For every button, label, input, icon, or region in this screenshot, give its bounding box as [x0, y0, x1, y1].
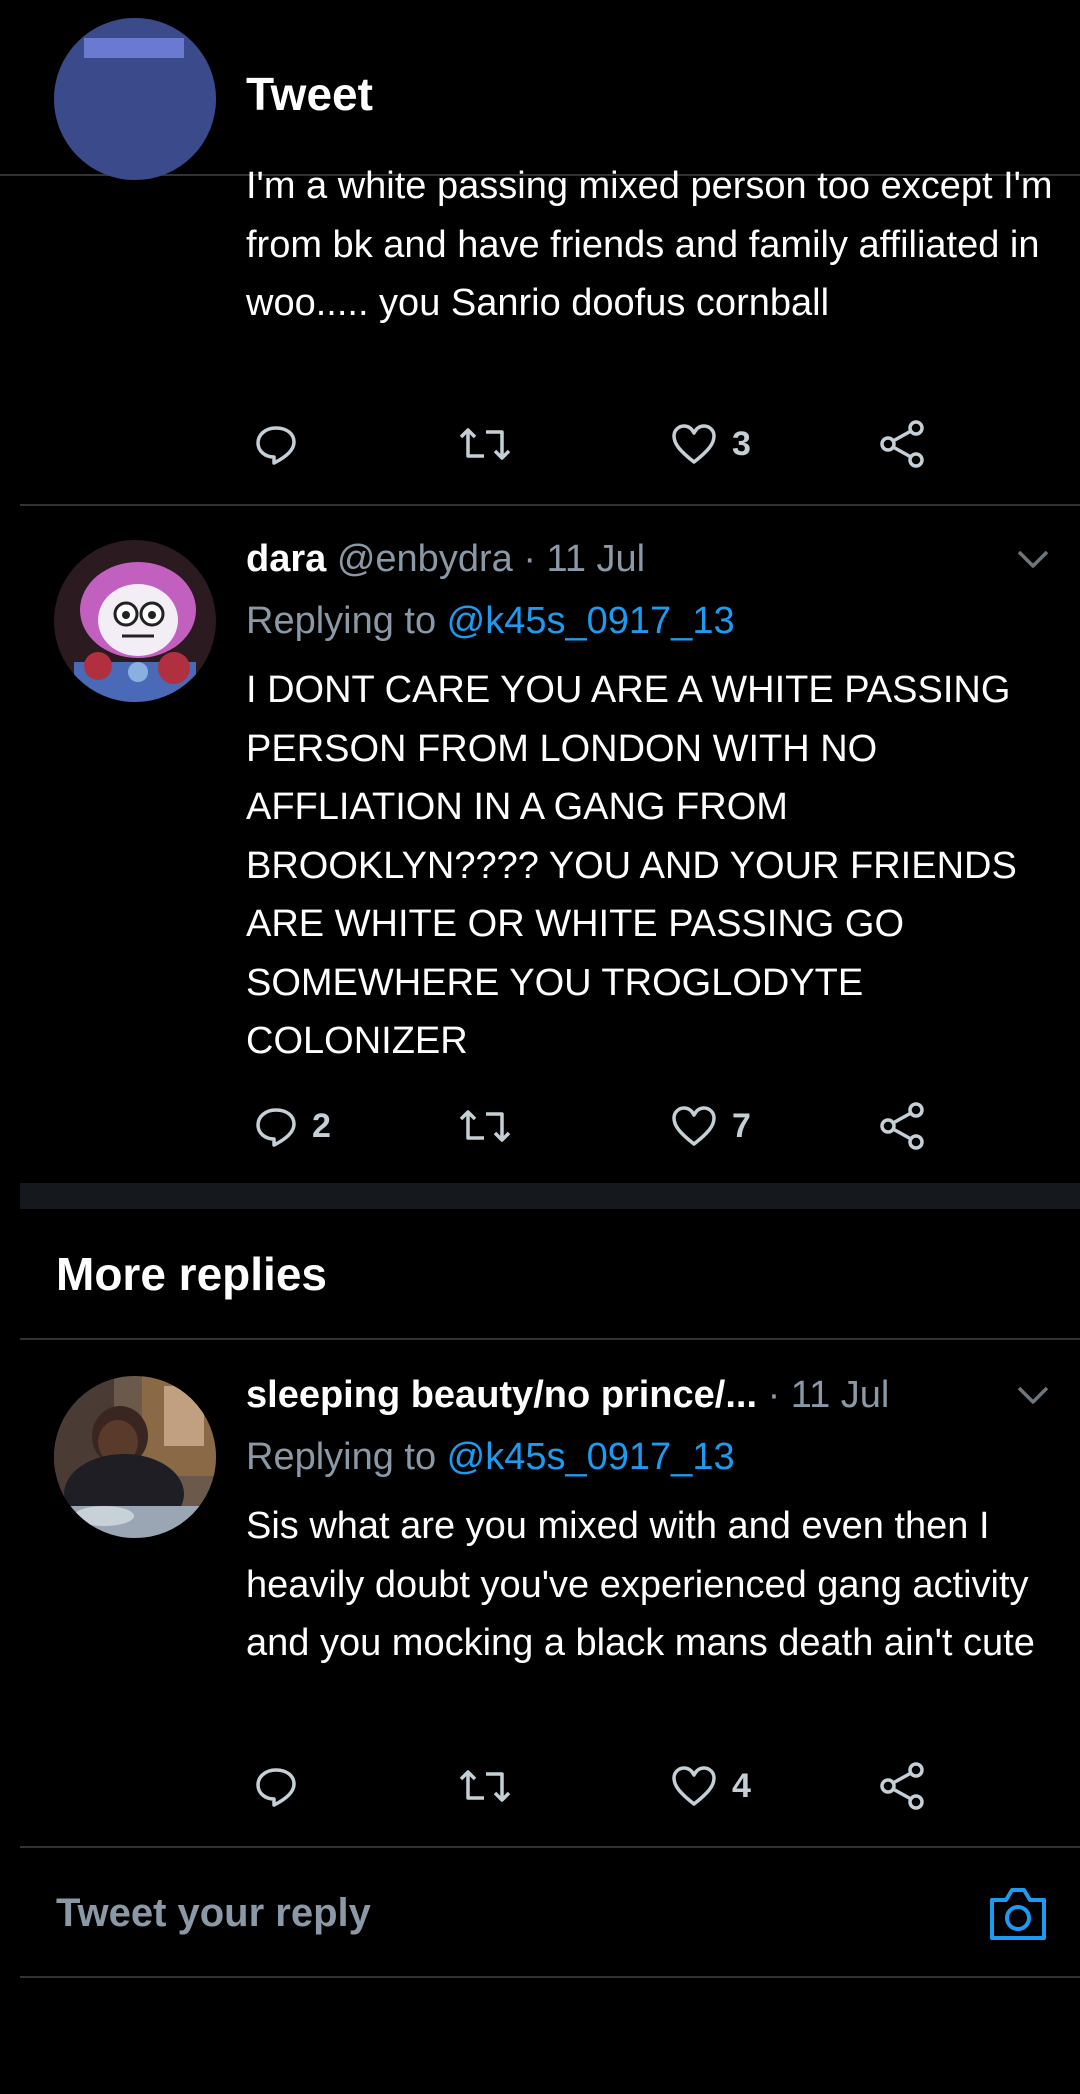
- chevron-down-icon[interactable]: [1016, 1384, 1050, 1406]
- chevron-down-icon[interactable]: [1016, 548, 1050, 570]
- reply-icon: [256, 1108, 296, 1147]
- retweet-button[interactable]: [458, 1756, 526, 1816]
- like-button[interactable]: 4: [670, 1756, 751, 1816]
- share-icon: [880, 1102, 924, 1150]
- like-button[interactable]: 3: [670, 414, 751, 474]
- retweet-icon: [459, 1770, 511, 1802]
- reply-count: 2: [312, 1106, 331, 1145]
- reply-button[interactable]: 2: [254, 1096, 331, 1156]
- tweet-actions: 2 7: [0, 1096, 1080, 1156]
- avatar[interactable]: [54, 540, 216, 702]
- share-icon: [880, 420, 924, 468]
- retweet-icon: [459, 1110, 511, 1142]
- author-name[interactable]: dara: [246, 538, 326, 580]
- share-button[interactable]: [878, 414, 926, 474]
- camera-icon[interactable]: [986, 1884, 1050, 1944]
- tweet-text: I DONT CARE YOU ARE A WHITE PASSING PERS…: [246, 669, 1017, 1062]
- retweet-button[interactable]: [458, 1096, 526, 1156]
- replying-to-prefix: Replying to: [246, 600, 447, 642]
- reply-composer[interactable]: Tweet your reply: [0, 1846, 1080, 1978]
- section-divider: [20, 1338, 1080, 1340]
- heart-icon: [672, 1766, 716, 1806]
- like-count: 7: [732, 1106, 751, 1145]
- share-button[interactable]: [878, 1756, 926, 1816]
- retweet-icon: [459, 428, 511, 460]
- page-title: Tweet: [246, 68, 373, 120]
- replying-to-prefix: Replying to: [246, 1436, 447, 1478]
- tweet-text: Sis what are you mixed with and even the…: [246, 1505, 1035, 1664]
- replying-to: Replying to @k45s_0917_13: [246, 1432, 735, 1482]
- author-handle[interactable]: @enbydra: [337, 538, 513, 580]
- reply-icon: [256, 1768, 296, 1807]
- like-count: 4: [732, 1766, 751, 1805]
- composer-divider: [20, 1976, 1080, 1978]
- reply-icon: [256, 426, 296, 465]
- avatar[interactable]: [54, 18, 216, 180]
- more-replies-heading: More replies: [56, 1248, 327, 1300]
- like-count: 3: [732, 424, 751, 463]
- reply-button[interactable]: [254, 414, 312, 474]
- heart-icon: [672, 1106, 716, 1146]
- section-separator: [20, 1183, 1080, 1209]
- tweet-time: · 11 Jul: [767, 1374, 890, 1416]
- replying-to: Replying to @k45s_0917_13: [246, 596, 735, 646]
- tweet-divider: [20, 504, 1080, 506]
- mention-link[interactable]: @k45s_0917_13: [447, 600, 735, 642]
- tweet-meta: sleeping beauty/no prince/... · 11 Jul: [246, 1370, 889, 1420]
- retweet-button[interactable]: [458, 414, 526, 474]
- share-button[interactable]: [878, 1096, 926, 1156]
- reply-button[interactable]: [254, 1756, 312, 1816]
- tweet-meta: dara @enbydra · 11 Jul: [246, 534, 645, 584]
- like-button[interactable]: 7: [670, 1096, 751, 1156]
- reply-input[interactable]: Tweet your reply: [56, 1888, 371, 1938]
- heart-icon: [672, 424, 716, 464]
- tweet-actions: 3: [0, 414, 1080, 474]
- tweet-actions: 4: [0, 1756, 1080, 1816]
- author-name[interactable]: sleeping beauty/no prince/...: [246, 1374, 757, 1416]
- tweet-text: I'm a white passing mixed person too exc…: [246, 165, 1053, 324]
- mention-link[interactable]: @k45s_0917_13: [447, 1436, 735, 1478]
- avatar[interactable]: [54, 1376, 216, 1538]
- share-icon: [880, 1762, 924, 1810]
- tweet-time: · 11 Jul: [523, 538, 646, 580]
